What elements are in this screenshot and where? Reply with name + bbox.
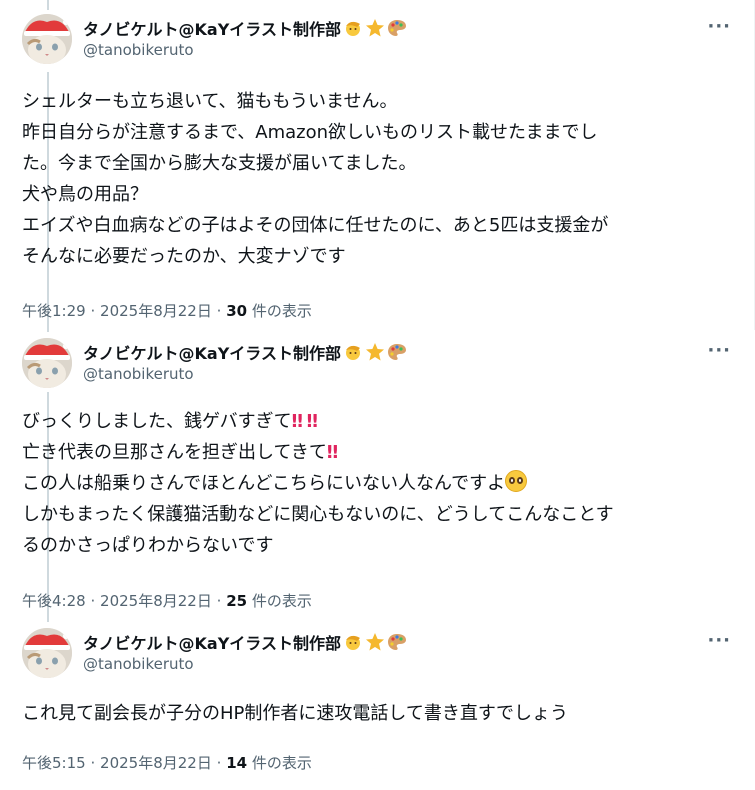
tweet-meta: 午後4:28 · 2025年8月22日 · 25 件の表示 bbox=[22, 592, 312, 610]
views-label[interactable]: 件の表示 bbox=[252, 592, 312, 610]
user-handle[interactable]: @tanobikeruto bbox=[83, 365, 407, 383]
painter-emoji-icon bbox=[345, 635, 360, 650]
views-label[interactable]: 件の表示 bbox=[252, 302, 312, 320]
more-options-icon[interactable]: ··· bbox=[707, 340, 731, 361]
cat-avatar-icon bbox=[22, 14, 72, 64]
more-options-icon[interactable]: ··· bbox=[707, 16, 731, 37]
star-icon bbox=[365, 633, 384, 651]
view-count[interactable]: 30 bbox=[226, 302, 247, 320]
user-handle[interactable]: @tanobikeruto bbox=[83, 655, 407, 673]
cat-avatar-icon bbox=[22, 628, 72, 678]
painter-emoji-icon bbox=[345, 345, 360, 360]
user-handle[interactable]: @tanobikeruto bbox=[83, 41, 407, 59]
avatar[interactable] bbox=[22, 628, 72, 678]
views-label[interactable]: 件の表示 bbox=[252, 754, 312, 772]
avatar[interactable] bbox=[22, 338, 72, 388]
tweet-meta: 午後1:29 · 2025年8月22日 · 30 件の表示 bbox=[22, 302, 312, 320]
more-options-icon[interactable]: ··· bbox=[707, 630, 731, 651]
double-exclamation-icon: ‼ bbox=[291, 411, 303, 432]
double-exclamation-icon: ‼ bbox=[326, 442, 338, 463]
tweet[interactable]: タノビケルト@KaYイラスト制作部 @tanobikeruto ··· びっくり… bbox=[0, 330, 755, 620]
tweet-date[interactable]: 2025年8月22日 bbox=[100, 592, 212, 610]
pleading-face-icon bbox=[505, 470, 528, 492]
tweet[interactable]: タノビケルト@KaYイラスト制作部 @tanobikeruto ··· シェルタ… bbox=[0, 0, 755, 330]
tweet-time[interactable]: 午後4:28 bbox=[22, 592, 86, 610]
cat-avatar-icon bbox=[22, 338, 72, 388]
double-exclamation-icon: ‼ bbox=[306, 411, 318, 432]
star-icon bbox=[365, 343, 384, 361]
tweet-text: びっくりしました、銭ゲバすぎて‼ ‼ 亡き代表の旦那さんを担ぎ出してきて‼ この… bbox=[22, 411, 614, 556]
tweet-text: シェルターも立ち退いて、猫ももういません。 昨日自分らが注意するまで、Amazo… bbox=[22, 91, 609, 267]
palette-icon bbox=[387, 20, 406, 36]
display-name[interactable]: タノビケルト@KaYイラスト制作部 bbox=[83, 16, 341, 40]
view-count[interactable]: 25 bbox=[226, 592, 247, 610]
tweet-text: これ見て副会長が子分のHP制作者に速攻電話して書き直すでしょう bbox=[22, 703, 569, 724]
tweet-time[interactable]: 午後1:29 bbox=[22, 302, 86, 320]
display-name[interactable]: タノビケルト@KaYイラスト制作部 bbox=[83, 340, 341, 364]
tweet-date[interactable]: 2025年8月22日 bbox=[100, 754, 212, 772]
avatar[interactable] bbox=[22, 14, 72, 64]
view-count[interactable]: 14 bbox=[226, 754, 247, 772]
painter-emoji-icon bbox=[345, 21, 360, 36]
palette-icon bbox=[387, 344, 406, 360]
display-name[interactable]: タノビケルト@KaYイラスト制作部 bbox=[83, 630, 341, 654]
tweet-date[interactable]: 2025年8月22日 bbox=[100, 302, 212, 320]
tweet[interactable]: タノビケルト@KaYイラスト制作部 @tanobikeruto ··· これ見て… bbox=[0, 620, 755, 790]
star-icon bbox=[365, 19, 384, 37]
tweet-time[interactable]: 午後5:15 bbox=[22, 754, 86, 772]
palette-icon bbox=[387, 634, 406, 650]
tweet-meta: 午後5:15 · 2025年8月22日 · 14 件の表示 bbox=[22, 754, 312, 772]
